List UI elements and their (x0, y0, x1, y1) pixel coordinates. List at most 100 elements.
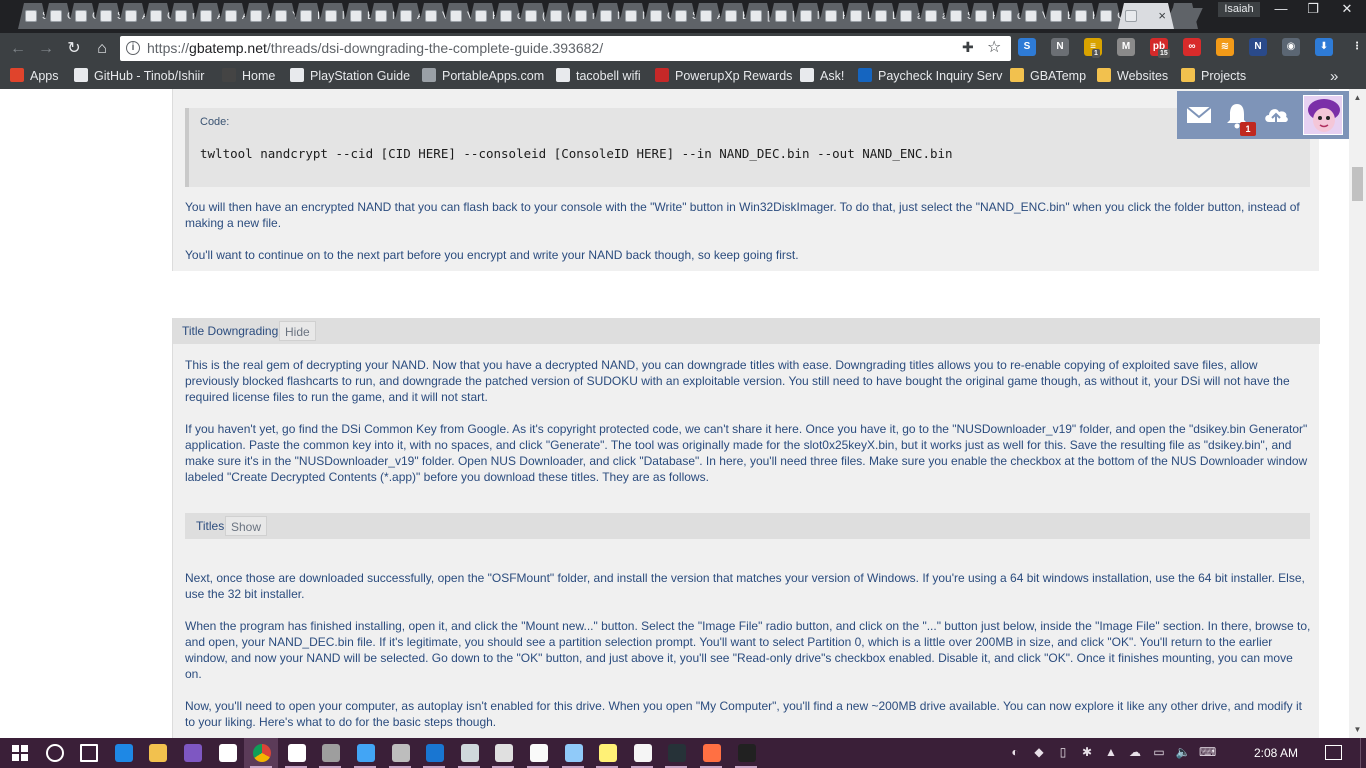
browser-tab[interactable]: C (143, 3, 173, 29)
n-icon[interactable]: N (1051, 38, 1069, 56)
upload-cloud-icon[interactable] (1261, 100, 1291, 130)
back-button[interactable]: ← (6, 38, 30, 60)
browser-tab[interactable]: E (718, 3, 748, 29)
steam-icon[interactable] (452, 738, 486, 768)
browser-tab[interactable]: L (868, 3, 898, 29)
drop-icon[interactable] (348, 738, 382, 768)
scroll-down-arrow-icon[interactable]: ▼ (1349, 721, 1366, 738)
cortana-icon[interactable] (37, 738, 71, 768)
task-view-icon[interactable] (71, 738, 105, 768)
browser-tab[interactable]: [ (768, 3, 798, 29)
tray-icon[interactable]: ◐ (1007, 744, 1023, 760)
cmd-icon[interactable] (729, 738, 763, 768)
browser-tab-active[interactable]: × (1118, 3, 1174, 29)
action-center-icon[interactable] (1325, 745, 1342, 760)
browser-tab[interactable]: c (493, 3, 523, 29)
orb-icon[interactable] (383, 738, 417, 768)
visual-studio-icon[interactable] (175, 738, 209, 768)
tray-icon[interactable]: ⌨ (1199, 744, 1216, 760)
browser-tab[interactable]: S (93, 3, 123, 29)
browser-tab[interactable]: F (968, 3, 998, 29)
browser-tab[interactable]: N (368, 3, 398, 29)
browser-tab[interactable]: c (993, 3, 1023, 29)
browser-tab[interactable]: [ (743, 3, 773, 29)
browser-tab[interactable]: S (668, 3, 698, 29)
browser-tab[interactable]: G (43, 3, 73, 29)
browser-tab[interactable]: N (593, 3, 623, 29)
bookmarks-overflow-button[interactable]: » (1330, 64, 1338, 89)
bookmark-item[interactable]: Apps (10, 64, 59, 89)
reload-button[interactable]: ↻ (62, 38, 86, 60)
app-icon[interactable] (313, 738, 347, 768)
browser-tab[interactable]: I (293, 3, 323, 29)
avatar[interactable] (1303, 95, 1343, 135)
show-spoiler-button[interactable]: Show (225, 516, 268, 536)
tray-icon[interactable]: ◆ (1031, 744, 1047, 760)
bookmark-item[interactable]: GBATemp (1010, 64, 1086, 89)
bookmark-item[interactable]: PowerupXp Rewards (655, 64, 792, 89)
n2-icon[interactable]: N (1249, 38, 1267, 56)
store-icon[interactable] (210, 738, 244, 768)
browser-tab[interactable]: G (68, 3, 98, 29)
browser-tab[interactable]: A (693, 3, 723, 29)
browser-tab[interactable]: F (818, 3, 848, 29)
browser-tab[interactable]: C (643, 3, 673, 29)
photo-icon[interactable] (521, 738, 555, 768)
browser-tab[interactable]: S (18, 3, 48, 29)
s-icon[interactable]: S (1018, 38, 1036, 56)
browser-tab[interactable]: H (1068, 3, 1098, 29)
bookmark-item[interactable]: Paycheck Inquiry Serv (858, 64, 1002, 89)
browser-tab[interactable]: A (193, 3, 223, 29)
bookmark-item[interactable]: PortableApps.com (422, 64, 544, 89)
edge-icon[interactable] (106, 738, 140, 768)
notes-icon[interactable]: ≡ 1 (1084, 38, 1102, 58)
browser-tab[interactable]: A (393, 3, 423, 29)
browser-tab[interactable]: A (243, 3, 273, 29)
scrollbar-thumb[interactable] (1352, 167, 1363, 201)
profile-button[interactable]: Isaiah (1218, 2, 1260, 17)
close-window-button[interactable]: ✕ (1330, 0, 1364, 18)
menu-icon[interactable]: ⋮ (1348, 38, 1366, 56)
extension-puzzle-icon[interactable]: ✚ (962, 39, 974, 56)
chrome-icon[interactable] (244, 738, 279, 768)
gear-app-icon[interactable] (486, 738, 520, 768)
tray-icon[interactable]: ☁ (1127, 744, 1143, 760)
tray-icon[interactable]: ✱ (1079, 744, 1095, 760)
m-icon[interactable]: M (1117, 38, 1135, 56)
tray-icon[interactable]: ▭ (1151, 744, 1167, 760)
bookmark-item[interactable]: Ask! (800, 64, 844, 89)
browser-tab[interactable]: A (118, 3, 148, 29)
blue-app-icon[interactable] (417, 738, 451, 768)
browser-tab[interactable]: A (218, 3, 248, 29)
tools-icon[interactable] (556, 738, 590, 768)
browser-tab[interactable]: a (918, 3, 948, 29)
minimize-button[interactable]: — (1264, 0, 1298, 18)
tray-icon[interactable]: ▯ (1055, 744, 1071, 760)
page-scrollbar[interactable]: ▲ ▼ (1349, 89, 1366, 738)
code-text[interactable]: twltool nandcrypt --cid [CID HERE] --con… (200, 146, 953, 161)
browser-tab[interactable]: E (1043, 3, 1073, 29)
browser-tab[interactable]: E (343, 3, 373, 29)
pb-icon[interactable]: pb 15 (1150, 38, 1170, 58)
bookmark-item[interactable]: Projects (1181, 64, 1246, 89)
bookmark-item[interactable]: Websites (1097, 64, 1168, 89)
x-app-icon[interactable] (625, 738, 659, 768)
mail-icon[interactable] (279, 738, 313, 768)
info-icon[interactable]: i (126, 41, 140, 55)
bookmark-star-icon[interactable]: ☆ (987, 37, 1001, 57)
show-desktop-button[interactable] (1360, 738, 1366, 768)
tray-icon[interactable]: ▲ (1103, 744, 1119, 760)
download-icon[interactable]: ⬇ (1315, 38, 1333, 56)
windows-start-icon[interactable] (2, 738, 36, 768)
clock[interactable]: 2:08 AM (1254, 738, 1298, 768)
browser-tab[interactable]: n (568, 3, 598, 29)
browser-tab[interactable]: V (418, 3, 448, 29)
scroll-up-arrow-icon[interactable]: ▲ (1349, 89, 1366, 106)
lastpass-icon[interactable]: ∞ (1183, 38, 1201, 56)
browser-tab[interactable]: V (443, 3, 473, 29)
address-bar[interactable]: i https://gbatemp.net/threads/dsi-downgr… (120, 36, 1011, 61)
url-text[interactable]: https://gbatemp.net/threads/dsi-downgrad… (147, 36, 603, 61)
terminal-icon[interactable] (659, 738, 693, 768)
bookmark-item[interactable]: tacobell wifi (556, 64, 641, 89)
browser-tab[interactable]: L (843, 3, 873, 29)
